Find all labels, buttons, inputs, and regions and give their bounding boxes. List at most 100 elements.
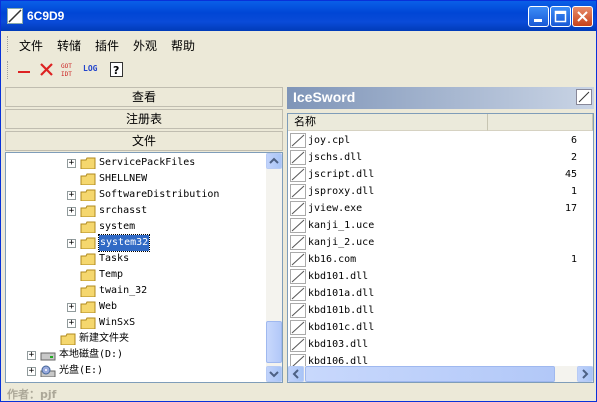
tree-item-label: system32 [97, 234, 151, 252]
file-name: kbd101.dll [308, 271, 369, 282]
file-row[interactable]: kanji_1.uce [288, 217, 593, 234]
file-row[interactable]: kanji_2.uce [288, 234, 593, 251]
tree-item[interactable]: + WinSxS [6, 315, 266, 331]
tree-item[interactable]: + 本地磁盘(D:) [6, 347, 266, 363]
file-icon [290, 167, 306, 182]
tree-item[interactable]: + SoftwareDistribution [6, 187, 266, 203]
minimize-tool-icon[interactable] [15, 60, 35, 80]
hscroll-thumb[interactable] [305, 366, 555, 382]
tree-expander[interactable]: + [67, 319, 76, 328]
file-row[interactable]: kbd101c.dll [288, 319, 593, 336]
nav-view-button[interactable]: 查看 [5, 87, 283, 107]
file-row[interactable]: jview.exe 17 [288, 200, 593, 217]
file-name: kbd101b.dll [308, 305, 375, 316]
nav-registry-button[interactable]: 注册表 [5, 109, 283, 129]
tree-item-label: Tasks [99, 253, 130, 264]
maximize-button[interactable] [550, 6, 571, 27]
tree-expander[interactable]: + [67, 239, 76, 248]
tree-item[interactable]: Tasks [6, 251, 266, 267]
svg-text:GOT: GOT [61, 63, 72, 70]
column-header-name[interactable]: 名称 [288, 114, 488, 131]
file-row[interactable]: kb16.com 1 [288, 251, 593, 268]
tree-expander[interactable]: + [67, 207, 76, 216]
folder-icon [80, 285, 96, 297]
tree-item[interactable]: + system32 [6, 234, 266, 252]
status-bar: 作者：pjf [5, 385, 594, 401]
tree-item-label: Temp [99, 269, 124, 280]
tree-item[interactable]: + srchasst [6, 203, 266, 219]
menu-grip[interactable] [7, 36, 11, 52]
folder-icon [80, 189, 96, 201]
delete-icon[interactable] [37, 60, 57, 80]
folder-icon [60, 333, 76, 345]
nav-files-button[interactable]: 文件 [5, 131, 283, 151]
folder-open-icon [80, 237, 96, 249]
left-pane: 查看 注册表 文件 + ServicePackFiles SHELLNEW + Soft… [5, 87, 283, 383]
tree-expander[interactable]: + [67, 191, 76, 200]
file-icon [290, 201, 306, 216]
compare-icon[interactable]: GOTIDT [59, 60, 79, 80]
scroll-thumb[interactable] [266, 321, 282, 363]
folder-icon [80, 253, 96, 265]
scroll-down-button[interactable] [266, 366, 282, 382]
scroll-right-button[interactable] [577, 366, 593, 382]
file-name: kb16.com [308, 254, 357, 265]
tree-item[interactable]: 新建文件夹 [6, 331, 266, 347]
tree-item[interactable]: + ServicePackFiles [6, 155, 266, 171]
file-row[interactable]: kbd101a.dll [288, 285, 593, 302]
scroll-up-button[interactable] [266, 153, 282, 169]
tree-item[interactable]: SHELLNEW [6, 171, 266, 187]
right-pane: IceSword 名称 joy.cpl 6 jschs.dll 2 jscript.dl… [287, 87, 594, 383]
panel-title: IceSword [293, 89, 356, 105]
minimize-button[interactable] [528, 6, 549, 27]
list-horizontal-scrollbar[interactable] [288, 366, 593, 382]
file-row[interactable]: kbd103.dll [288, 336, 593, 353]
file-row[interactable]: jschs.dll 2 [288, 149, 593, 166]
help-icon[interactable]: ? [107, 60, 127, 80]
panel-header: IceSword [287, 87, 594, 109]
file-row[interactable]: kbd101.dll [288, 268, 593, 285]
tree-item-label: SHELLNEW [99, 173, 148, 184]
file-row[interactable]: jsproxy.dll 1 [288, 183, 593, 200]
folder-icon [80, 221, 96, 233]
menu-dump[interactable]: 转储 [57, 37, 81, 54]
file-icon [290, 320, 306, 335]
toolbar-grip[interactable] [7, 61, 11, 79]
menu-help[interactable]: 帮助 [171, 37, 195, 54]
main-window: 6C9D9 文件 转储 插件 外观 帮助 GOT IDT LOG ? 查看 注册表… [0, 0, 597, 402]
file-row[interactable]: jscript.dll 45 [288, 166, 593, 183]
edit-icon[interactable] [576, 89, 592, 105]
tree-item-label: srchasst [99, 205, 148, 216]
title-bar[interactable]: 6C9D9 [1, 1, 596, 31]
tree-item[interactable]: system [6, 219, 266, 235]
tree-expander[interactable]: + [67, 303, 76, 312]
tree-item[interactable]: twain_32 [6, 283, 266, 299]
folder-tree[interactable]: + ServicePackFiles SHELLNEW + SoftwareDistri… [5, 152, 283, 383]
menu-plugins[interactable]: 插件 [95, 37, 119, 54]
file-name: joy.cpl [308, 135, 351, 146]
log-button[interactable]: LOG [83, 64, 103, 84]
file-row[interactable]: kbd101b.dll [288, 302, 593, 319]
tree-item[interactable]: + 光盘(E:) [6, 363, 266, 379]
tree-item[interactable]: Temp [6, 267, 266, 283]
file-icon [290, 286, 306, 301]
maximize-icon [554, 10, 567, 23]
file-row[interactable]: joy.cpl 6 [288, 132, 593, 149]
author-label: 作者：pjf [7, 388, 57, 401]
tree-expander[interactable]: + [27, 351, 36, 360]
file-name: kbd101c.dll [308, 322, 375, 333]
tree-item[interactable]: + Web [6, 299, 266, 315]
tree-expander[interactable]: + [67, 159, 76, 168]
menu-appearance[interactable]: 外观 [133, 37, 157, 54]
column-header-size[interactable] [488, 114, 593, 131]
scroll-left-button[interactable] [288, 366, 304, 382]
window-title: 6C9D9 [27, 9, 65, 23]
svg-text:?: ? [113, 64, 119, 77]
file-list[interactable]: 名称 joy.cpl 6 jschs.dll 2 jscript.dll 45 jsprox… [287, 113, 594, 383]
tree-expander[interactable]: + [27, 367, 36, 376]
tree-item-label: system [99, 221, 136, 232]
tree-item-label: 本地磁盘(D:) [59, 349, 124, 360]
menu-file[interactable]: 文件 [19, 37, 43, 54]
close-button[interactable] [572, 6, 593, 27]
tree-vertical-scrollbar[interactable] [266, 153, 282, 382]
